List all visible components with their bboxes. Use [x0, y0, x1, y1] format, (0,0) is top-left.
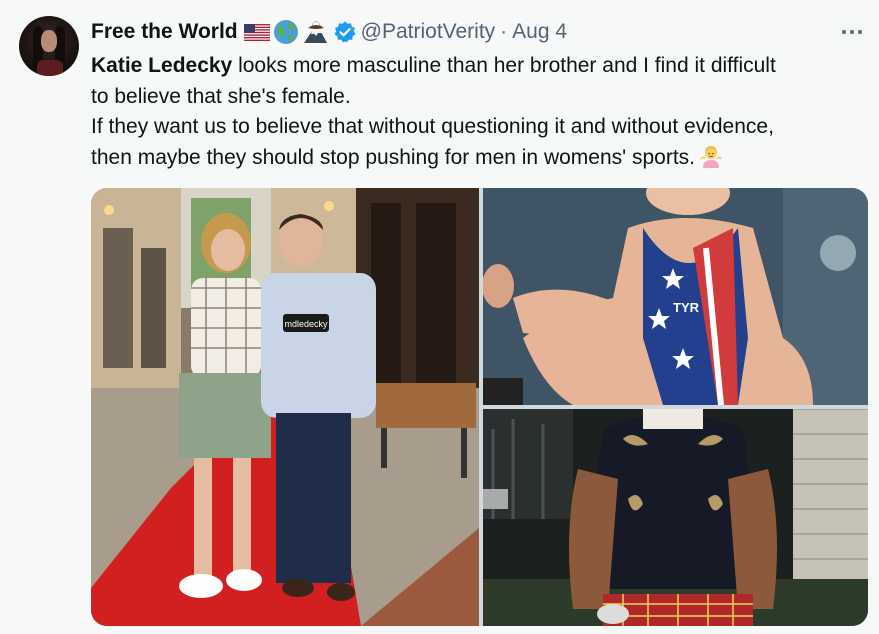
- us-flag-icon: [243, 23, 270, 41]
- avatar-face: [41, 30, 57, 52]
- tweet-line-4-wrap: then maybe they should stop pushing for …: [91, 143, 871, 174]
- eagle-mountain-icon: [302, 19, 328, 45]
- tweet-line-1: Katie Ledecky looks more masculine than …: [91, 51, 871, 82]
- suit-logo-text: TYR: [673, 300, 700, 315]
- tweet-media-grid: mdledecky TYR: [91, 188, 868, 626]
- person-shrugging-emoji-icon: [699, 144, 723, 168]
- avatar-clothing: [37, 60, 63, 76]
- more-options-icon[interactable]: [837, 20, 867, 44]
- tweet-line-3: If they want us to believe that without …: [91, 115, 774, 138]
- author-avatar[interactable]: [19, 16, 79, 76]
- tweet-timestamp[interactable]: Aug 4: [512, 20, 567, 44]
- separator-dot: ·: [500, 20, 508, 43]
- author-handle[interactable]: @PatriotVerity: [361, 20, 496, 44]
- tweet-text: Katie Ledecky looks more masculine than …: [91, 51, 871, 173]
- tweet-line-4: then maybe they should stop pushing for …: [91, 145, 696, 169]
- tweet-line-2: to believe that she's female.: [91, 84, 351, 108]
- name-badge-text: mdledecky: [284, 319, 328, 329]
- photo-varsity-jacket-person[interactable]: [483, 409, 868, 626]
- verified-badge-icon[interactable]: [333, 20, 357, 44]
- photo-swimmer-flag-swimsuit[interactable]: TYR: [483, 188, 868, 405]
- tweet-header: Free the World @PatriotVerity · Aug 4: [91, 18, 567, 46]
- mentioned-name: Katie Ledecky: [91, 54, 233, 77]
- author-display-name[interactable]: Free the World: [91, 20, 238, 44]
- tweet-line-1-rest: looks more masculine than her brother an…: [232, 54, 776, 77]
- photo-two-people-red-carpet[interactable]: mdledecky: [91, 188, 479, 626]
- globe-icon: [273, 19, 299, 45]
